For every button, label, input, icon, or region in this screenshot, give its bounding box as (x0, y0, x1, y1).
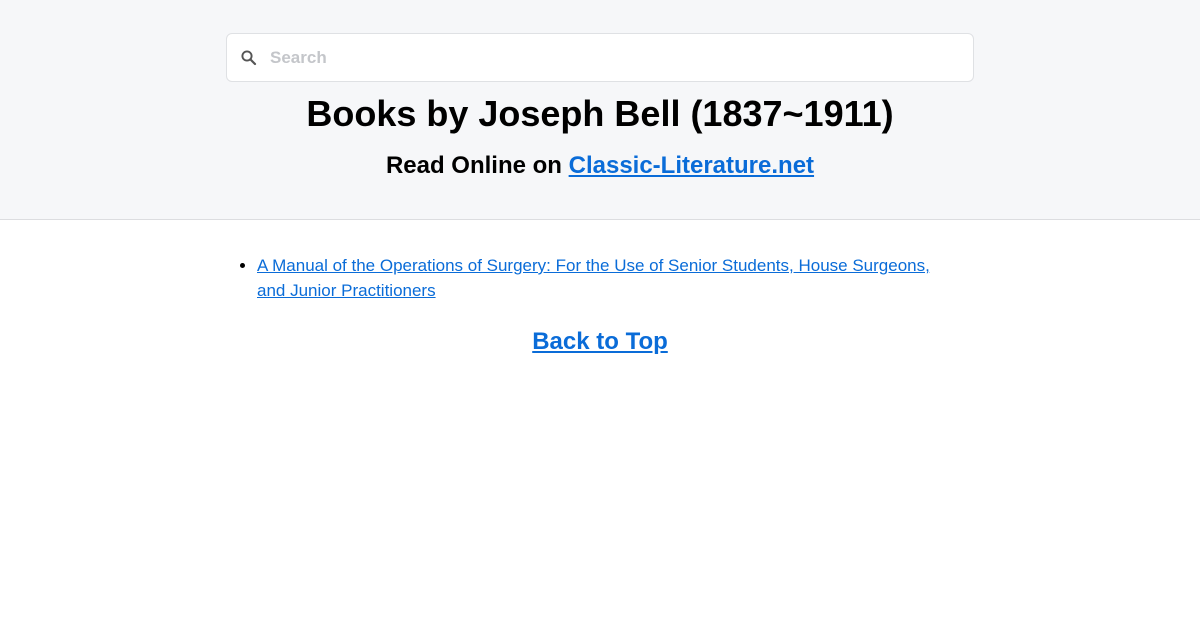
search-input[interactable] (270, 34, 960, 81)
subtitle-prefix: Read Online on (385, 152, 562, 179)
page-header: Books by Joseph Bell (1837~1911) Read On… (0, 0, 1200, 220)
site-link[interactable]: Classic-Literature.net (569, 152, 814, 179)
list-item: A Manual of the Operations of Surgery: F… (257, 253, 957, 303)
main-content: A Manual of the Operations of Surgery: F… (0, 220, 1200, 627)
back-to-top-container: Back to Top (0, 326, 1200, 358)
page-title: Books by Joseph Bell (1837~1911) (306, 93, 894, 134)
book-link[interactable]: A Manual of the Operations of Surgery: F… (257, 256, 930, 300)
back-to-top-link[interactable]: Back to Top (532, 328, 668, 355)
book-list: A Manual of the Operations of Surgery: F… (257, 253, 957, 303)
search-box[interactable] (226, 33, 974, 82)
search-icon (240, 49, 258, 67)
subtitle: Read Online on Classic-Literature.net (0, 150, 1200, 182)
